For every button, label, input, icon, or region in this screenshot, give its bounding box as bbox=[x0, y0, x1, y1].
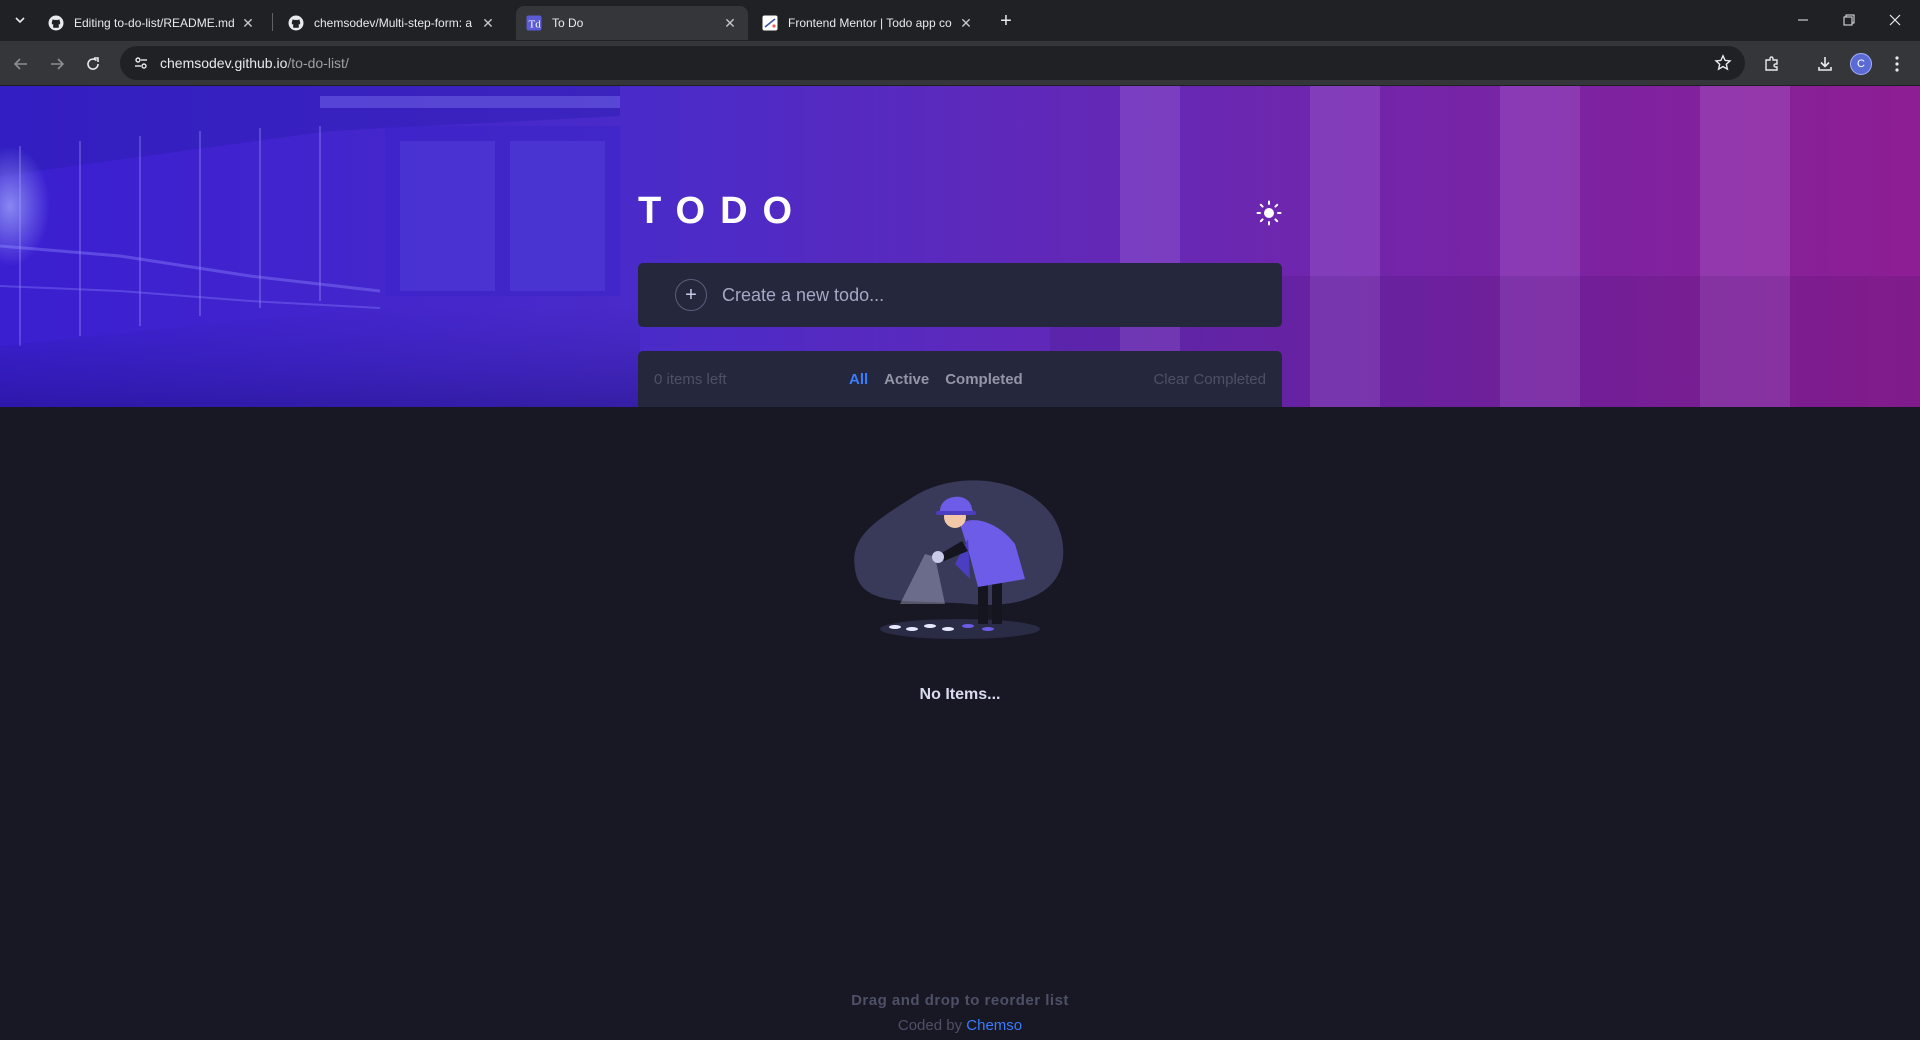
reload-icon[interactable] bbox=[78, 49, 108, 79]
url-path: /to-do-list/ bbox=[287, 55, 349, 71]
author-link[interactable]: Chemso bbox=[966, 1017, 1022, 1034]
address-bar[interactable]: chemsodev.github.io/to-do-list/ bbox=[120, 46, 1745, 80]
github-icon bbox=[288, 15, 304, 31]
todo-app-page: TODO + 0 items left All Active Completed bbox=[0, 86, 1920, 1040]
todo-favicon: Td bbox=[526, 15, 542, 31]
tab-title: Editing to-do-list/README.md bbox=[74, 16, 234, 30]
profile-avatar[interactable]: C bbox=[1846, 49, 1876, 79]
browser-tab-todo[interactable]: Td To Do ✕ bbox=[516, 6, 748, 40]
minimize-icon[interactable] bbox=[1780, 0, 1826, 40]
browser-tab-readme[interactable]: Editing to-do-list/README.md ✕ bbox=[38, 6, 266, 40]
filter-active[interactable]: Active bbox=[884, 371, 929, 388]
credit-prefix: Coded by bbox=[897, 1017, 963, 1034]
filter-all[interactable]: All bbox=[849, 371, 868, 388]
url-host: chemsodev.github.io bbox=[160, 55, 288, 71]
app-title: TODO bbox=[638, 190, 808, 232]
theme-toggle-sun-icon[interactable] bbox=[1254, 198, 1284, 228]
close-tab-icon[interactable]: ✕ bbox=[958, 15, 974, 31]
close-tab-icon[interactable]: ✕ bbox=[722, 15, 738, 31]
clear-completed-button[interactable]: Clear Completed bbox=[1153, 371, 1266, 388]
back-arrow-icon[interactable] bbox=[6, 49, 36, 79]
bookmark-star-icon[interactable] bbox=[1713, 53, 1733, 73]
browser-tab-bar: Editing to-do-list/README.md ✕ chemsodev… bbox=[0, 0, 1920, 41]
restore-icon[interactable] bbox=[1826, 0, 1872, 40]
menu-kebab-icon[interactable] bbox=[1882, 49, 1912, 79]
download-icon[interactable] bbox=[1810, 49, 1840, 79]
tab-title: Frontend Mentor | Todo app co bbox=[788, 16, 952, 30]
tab-separator bbox=[272, 13, 273, 31]
forward-arrow-icon[interactable] bbox=[42, 49, 72, 79]
browser-tab-multistep[interactable]: chemsodev/Multi-step-form: a ✕ bbox=[278, 6, 506, 40]
new-tab-plus-icon[interactable]: + bbox=[992, 9, 1020, 33]
filter-tabs: All Active Completed bbox=[849, 371, 1023, 388]
tab-title: To Do bbox=[552, 16, 584, 30]
add-todo-plus-icon[interactable]: + bbox=[675, 279, 707, 311]
todo-filter-bar: 0 items left All Active Completed Clear … bbox=[638, 351, 1282, 407]
close-window-icon[interactable] bbox=[1872, 0, 1918, 40]
frontend-mentor-icon bbox=[762, 15, 778, 31]
tab-search-chevron-icon[interactable] bbox=[8, 8, 32, 32]
close-tab-icon[interactable]: ✕ bbox=[480, 15, 496, 31]
browser-tab-frontend-mentor[interactable]: Frontend Mentor | Todo app co ✕ bbox=[752, 6, 984, 40]
close-tab-icon[interactable]: ✕ bbox=[240, 15, 256, 31]
svg-text:Td: Td bbox=[529, 19, 542, 31]
items-left-count: 0 items left bbox=[654, 370, 727, 388]
github-icon bbox=[48, 15, 64, 31]
profile-initial: C bbox=[1850, 53, 1872, 75]
url-text: chemsodev.github.io/to-do-list/ bbox=[160, 55, 349, 71]
browser-toolbar: chemsodev.github.io/to-do-list/ C bbox=[0, 41, 1920, 86]
new-todo-card: + bbox=[638, 263, 1282, 327]
extensions-puzzle-icon[interactable] bbox=[1757, 49, 1787, 79]
site-info-icon[interactable] bbox=[132, 54, 150, 72]
new-todo-input[interactable] bbox=[722, 275, 1282, 315]
tab-title: chemsodev/Multi-step-form: a bbox=[314, 16, 473, 30]
drag-drop-hint: Drag and drop to reorder list bbox=[851, 992, 1069, 1009]
empty-state-message: No Items... bbox=[919, 686, 1001, 703]
filter-completed[interactable]: Completed bbox=[945, 371, 1023, 388]
footer-credit: Coded by Chemso bbox=[0, 1017, 1920, 1034]
empty-state-detective-illustration bbox=[854, 480, 1064, 639]
